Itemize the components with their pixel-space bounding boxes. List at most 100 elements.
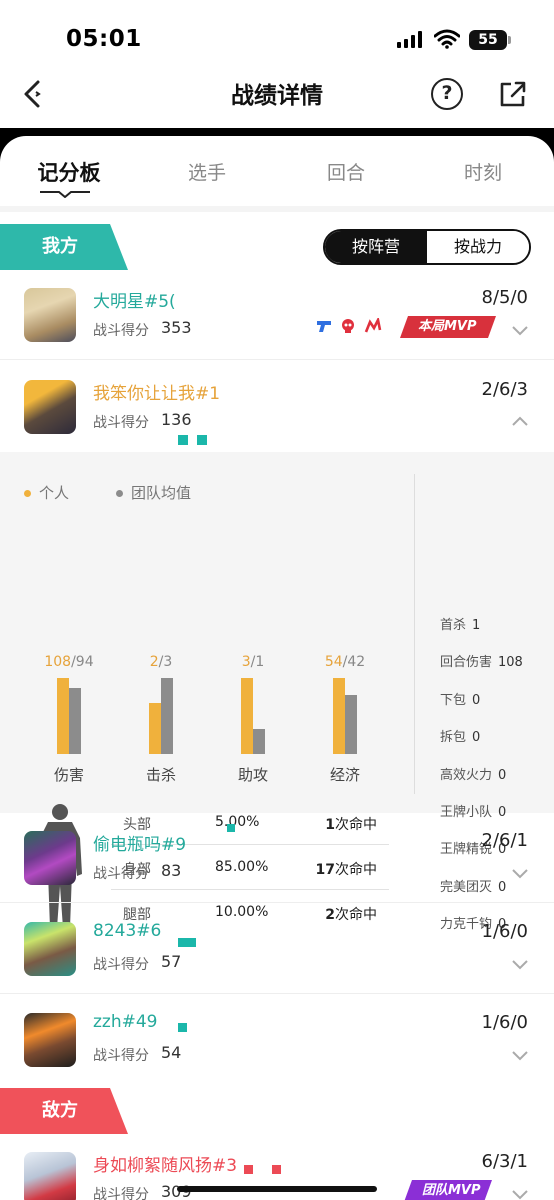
chevron-down-icon[interactable] bbox=[511, 324, 529, 336]
tab-bar: 记分板 选手 回合 时刻 bbox=[0, 136, 554, 198]
player-name: 8243#6 bbox=[93, 921, 162, 941]
team-average-value: /94 bbox=[71, 654, 94, 670]
stat-item: 回合伤害 108 bbox=[440, 651, 523, 670]
page-title: 战绩详情 bbox=[231, 83, 323, 109]
player-name: 身如柳絮随风扬#3 bbox=[93, 1156, 238, 1176]
player-row[interactable]: 偷电瓶吗#9 战斗得分 83 2/6/1 bbox=[0, 813, 554, 903]
score-label: 战斗得分 bbox=[93, 323, 149, 339]
stat-label: 首杀 bbox=[440, 618, 467, 633]
bar-category-label: 击杀 bbox=[145, 766, 176, 784]
chevron-down-icon[interactable] bbox=[511, 867, 529, 879]
tab-players[interactable]: 选手 bbox=[167, 158, 247, 185]
help-icon[interactable]: ? bbox=[431, 78, 463, 110]
stat-label: 回合伤害 bbox=[440, 655, 493, 671]
bar-personal bbox=[333, 678, 345, 754]
player-detail-panel: 个人 团队均值 108/94 伤害 2/3 击杀 3/1 助攻 54/42 经济 头部 5.00… bbox=[0, 452, 554, 932]
divider bbox=[414, 474, 415, 794]
score-label: 战斗得分 bbox=[93, 1187, 149, 1200]
tab-scoreboard[interactable]: 记分板 bbox=[29, 157, 109, 187]
personal-value: 54 bbox=[324, 654, 343, 670]
scoreboard-card: 记分板 选手 回合 时刻 我方 按阵营 按战力 大明星#5( 战斗得分 353 … bbox=[0, 136, 554, 1200]
player-name: 大明星#5( bbox=[93, 292, 176, 312]
bar-value-label: 2/3 bbox=[131, 654, 191, 670]
stat-value: 108 bbox=[498, 655, 523, 671]
score-label: 战斗得分 bbox=[93, 1048, 149, 1064]
score-label: 战斗得分 bbox=[93, 866, 149, 882]
bar-value-label: 108/94 bbox=[39, 654, 99, 670]
bar-category-label: 伤害 bbox=[53, 766, 84, 784]
gun-icon bbox=[317, 321, 331, 332]
cellular-signal-icon bbox=[397, 30, 423, 48]
player-avatar bbox=[24, 1013, 76, 1067]
nav-bar: 战绩详情 ? bbox=[0, 66, 554, 122]
skull-icon bbox=[342, 319, 354, 333]
stat-value: 0 bbox=[472, 730, 481, 746]
score-label: 战斗得分 bbox=[93, 957, 149, 973]
battle-score: 136 bbox=[161, 410, 192, 429]
stat-item: 拆包 0 bbox=[440, 726, 480, 745]
chevron-up-icon[interactable] bbox=[511, 416, 529, 428]
chevron-down-icon[interactable] bbox=[511, 1049, 529, 1061]
stat-value: 0 bbox=[472, 692, 481, 708]
personal-value: 2 bbox=[149, 654, 159, 670]
divider bbox=[0, 902, 554, 903]
player-name: 偷电瓶吗#9 bbox=[93, 835, 187, 855]
redaction-mark bbox=[178, 1023, 187, 1032]
player-avatar bbox=[24, 1152, 76, 1200]
player-name: zzh#49 bbox=[93, 1012, 158, 1032]
player-kda: 2/6/1 bbox=[481, 830, 529, 851]
player-kda: 2/6/3 bbox=[481, 379, 529, 400]
personal-value: 108 bbox=[44, 654, 72, 670]
divider bbox=[0, 993, 554, 994]
team-average-value: /3 bbox=[158, 654, 173, 670]
team-mvp-badge: 团队MVP bbox=[404, 1180, 492, 1200]
battle-score: 54 bbox=[161, 1043, 182, 1062]
player-row[interactable]: 8243#6 战斗得分 57 1/6/0 bbox=[0, 904, 554, 994]
player-row[interactable]: 我笨你让让我#1 战斗得分 136 2/6/3 bbox=[0, 362, 554, 452]
bar-category-label: 经济 bbox=[329, 766, 360, 784]
player-avatar bbox=[24, 380, 76, 434]
chevron-down-icon[interactable] bbox=[511, 1188, 529, 1200]
bar-personal bbox=[149, 703, 161, 754]
score-label: 战斗得分 bbox=[93, 415, 149, 431]
chevron-down-icon[interactable] bbox=[511, 958, 529, 970]
personal-value: 3 bbox=[241, 654, 251, 670]
battle-score: 353 bbox=[161, 318, 192, 337]
redaction-mark bbox=[227, 824, 235, 832]
battle-score: 57 bbox=[161, 952, 182, 971]
tab-rounds[interactable]: 回合 bbox=[306, 158, 386, 185]
bar-personal bbox=[57, 678, 69, 754]
stat-label: 拆包 bbox=[440, 730, 467, 746]
stat-label: 高效火力 bbox=[440, 767, 493, 783]
share-icon[interactable] bbox=[498, 79, 528, 109]
player-avatar bbox=[24, 831, 76, 885]
divider bbox=[0, 359, 554, 360]
battle-score: 83 bbox=[161, 861, 182, 880]
home-indicator bbox=[177, 1186, 377, 1192]
sort-toggle: 按阵营 按战力 bbox=[323, 229, 531, 265]
team-average-value: /42 bbox=[342, 654, 366, 670]
player-avatar bbox=[24, 922, 76, 976]
bar-team-average bbox=[69, 688, 81, 754]
player-name: 我笨你让让我#1 bbox=[93, 384, 221, 404]
redaction-mark bbox=[178, 938, 196, 947]
status-bar: 05:01 55 bbox=[0, 0, 554, 66]
player-row[interactable]: 大明星#5( 战斗得分 353 8/5/0 本局MVP bbox=[0, 270, 554, 445]
sort-by-power-button[interactable]: 按战力 bbox=[427, 231, 529, 263]
stat-value: 0 bbox=[498, 767, 507, 783]
wifi-icon bbox=[434, 29, 460, 49]
tab-moments[interactable]: 时刻 bbox=[443, 158, 523, 185]
stat-item: 高效火力 0 bbox=[440, 764, 506, 783]
redaction-mark bbox=[244, 1165, 253, 1174]
sort-by-team-button[interactable]: 按阵营 bbox=[325, 231, 427, 263]
stat-item: 首杀 1 bbox=[440, 614, 480, 633]
header: 05:01 55 战绩详情 ? bbox=[0, 0, 554, 128]
player-avatar bbox=[24, 288, 76, 342]
bar-team-average bbox=[345, 695, 357, 754]
enemy-team-label: 敌方 bbox=[0, 1088, 128, 1134]
player-row[interactable]: zzh#49 战斗得分 54 1/6/0 bbox=[0, 995, 554, 1085]
status-time: 05:01 bbox=[66, 26, 142, 52]
assist-icon bbox=[364, 318, 382, 333]
bar-team-average bbox=[253, 729, 265, 754]
team-average-value: /1 bbox=[250, 654, 265, 670]
